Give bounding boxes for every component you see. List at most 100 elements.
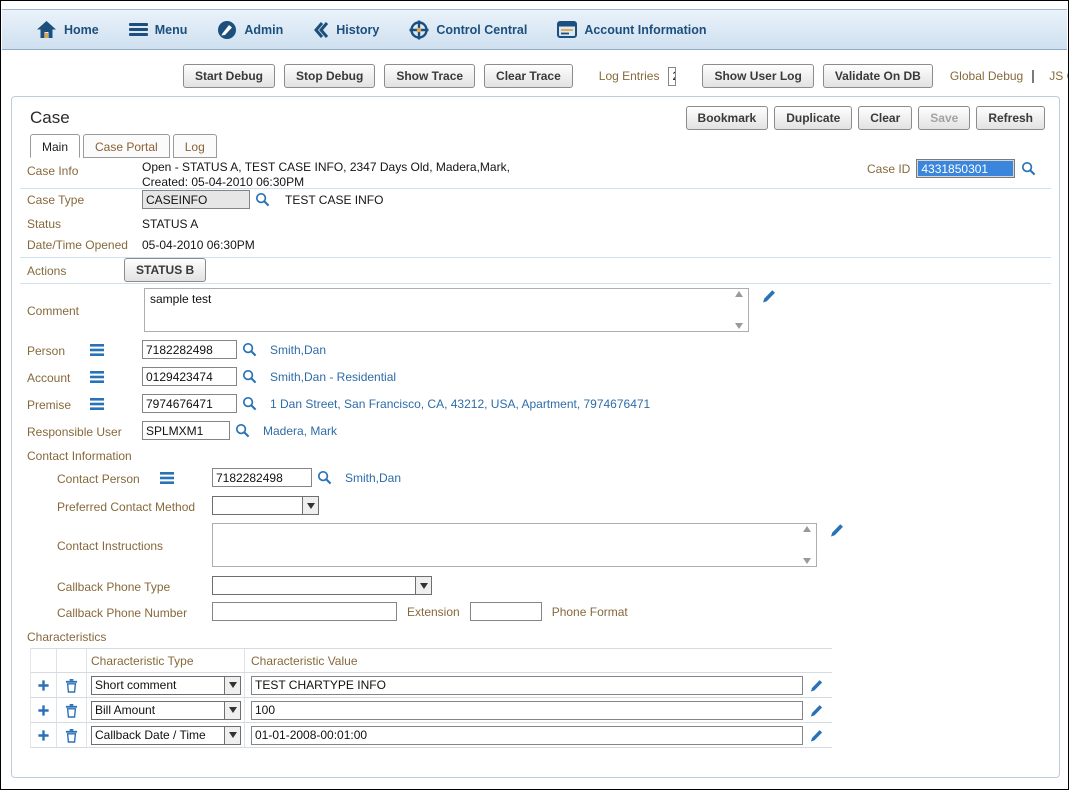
characteristic-row: Callback Date / Time 01-01-2008-00:01:00 [31, 723, 832, 748]
actions-label: Actions [27, 264, 66, 278]
case-id-input[interactable]: 4331850301 [916, 159, 1015, 178]
preferred-contact-method-select[interactable] [212, 496, 319, 515]
add-row-icon[interactable] [37, 729, 50, 742]
nav-home[interactable]: Home [36, 20, 99, 39]
contact-person-search-icon[interactable] [317, 470, 332, 485]
premise-input[interactable]: 7974676471 [142, 394, 237, 413]
tab-case-portal[interactable]: Case Portal [83, 134, 170, 158]
start-debug-button[interactable]: Start Debug [183, 64, 275, 88]
premise-description: 1 Dan Street, San Francisco, CA, 43212, … [270, 397, 650, 411]
debug-toolbar: Start Debug Stop Debug Show Trace Clear … [1, 61, 1068, 91]
nav-admin[interactable]: Admin [217, 20, 283, 40]
contact-instructions-scroll-arrows[interactable] [801, 526, 813, 564]
date-time-opened-value: 05-04-2010 06:30PM [142, 238, 255, 252]
show-trace-button[interactable]: Show Trace [384, 64, 475, 88]
person-input[interactable]: 7182282498 [142, 340, 237, 359]
account-information-icon [557, 21, 577, 38]
characteristic-type-select[interactable]: Short comment [91, 676, 241, 695]
characteristics-table: Characteristic Type Characteristic Value… [30, 648, 832, 748]
status-value: STATUS A [142, 217, 198, 231]
chevron-down-icon [224, 727, 240, 744]
characteristic-value-input[interactable]: TEST CHARTYPE INFO [251, 676, 803, 695]
responsible-user-row: SPLMXM1 Madera, Mark [142, 421, 337, 440]
validate-on-db-button[interactable]: Validate On DB [823, 64, 933, 88]
person-search-icon[interactable] [242, 342, 257, 357]
global-debug-checkbox[interactable] [1032, 70, 1034, 83]
person-context-menu-icon[interactable] [90, 344, 104, 356]
extension-input[interactable] [470, 602, 542, 621]
responsible-user-input[interactable]: SPLMXM1 [142, 421, 230, 440]
delete-row-icon[interactable] [65, 728, 78, 743]
case-type-search-icon[interactable] [255, 192, 270, 207]
premise-context-menu-icon[interactable] [90, 398, 104, 410]
contact-person-context-menu-icon[interactable] [160, 472, 174, 484]
responsible-user-search-icon[interactable] [235, 423, 250, 438]
top-navigation-bar: Home Menu Admin History Control Central [2, 9, 1067, 50]
chevron-down-icon [415, 577, 431, 594]
person-description: Smith,Dan [270, 343, 326, 357]
characteristic-type-select[interactable]: Bill Amount [91, 701, 241, 720]
characteristic-row: Short comment TEST CHARTYPE INFO [31, 673, 832, 698]
case-id-search-icon[interactable] [1021, 161, 1036, 176]
characteristic-value-input[interactable]: 100 [251, 701, 803, 720]
comment-textarea[interactable]: sample test [144, 288, 749, 332]
characteristic-type-select[interactable]: Callback Date / Time [91, 726, 241, 745]
account-input[interactable]: 0129423474 [142, 367, 237, 386]
log-entries-input[interactable]: 200 [668, 67, 676, 86]
account-context-menu-icon[interactable] [90, 371, 104, 383]
comment-edit-icon[interactable] [761, 288, 777, 304]
add-row-icon[interactable] [37, 704, 50, 717]
duplicate-button[interactable]: Duplicate [774, 106, 852, 130]
nav-admin-label: Admin [244, 23, 283, 37]
history-icon [313, 21, 329, 39]
nav-menu[interactable]: Menu [129, 22, 188, 37]
preferred-contact-method-label: Preferred Contact Method [57, 500, 195, 514]
characteristic-row: Bill Amount 100 [31, 698, 832, 723]
account-search-icon[interactable] [242, 369, 257, 384]
tab-main[interactable]: Main [30, 134, 80, 158]
stop-debug-button[interactable]: Stop Debug [284, 64, 375, 88]
person-row: 7182282498 Smith,Dan [142, 340, 326, 359]
callback-phone-type-select[interactable] [212, 576, 432, 595]
extension-label: Extension [407, 605, 460, 619]
delete-row-icon[interactable] [65, 703, 78, 718]
global-debug-label: Global Debug [950, 69, 1023, 83]
home-icon [36, 20, 57, 39]
clear-trace-button[interactable]: Clear Trace [484, 64, 573, 88]
tab-log[interactable]: Log [173, 134, 217, 158]
case-type-input[interactable]: CASEINFO [142, 190, 250, 209]
nav-history[interactable]: History [313, 21, 379, 39]
contact-instructions-edit-icon[interactable] [829, 522, 845, 538]
contact-instructions-textarea[interactable] [212, 523, 817, 567]
status-b-button[interactable]: STATUS B [124, 258, 206, 282]
page-action-buttons: Bookmark Duplicate Clear Save Refresh [686, 106, 1045, 130]
divider [20, 283, 1051, 284]
save-button[interactable]: Save [918, 106, 970, 130]
case-panel: Case Bookmark Duplicate Clear Save Refre… [11, 96, 1060, 778]
characteristic-type-header: Characteristic Type [91, 654, 194, 668]
bookmark-button[interactable]: Bookmark [686, 106, 769, 130]
show-user-log-button[interactable]: Show User Log [702, 64, 813, 88]
clear-button[interactable]: Clear [858, 106, 912, 130]
responsible-user-label: Responsible User [27, 425, 122, 439]
characteristic-value-header: Characteristic Value [251, 654, 358, 668]
premise-search-icon[interactable] [242, 396, 257, 411]
callback-phone-number-row: Extension Phone Format [212, 602, 628, 621]
contact-person-description: Smith,Dan [345, 471, 401, 485]
chevron-down-icon [224, 677, 240, 694]
account-row: 0129423474 Smith,Dan - Residential [142, 367, 396, 386]
nav-control-central[interactable]: Control Central [409, 20, 527, 40]
characteristic-edit-icon[interactable] [809, 728, 824, 743]
contact-person-input[interactable]: 7182282498 [212, 468, 312, 487]
callback-phone-number-input[interactable] [212, 602, 397, 621]
refresh-button[interactable]: Refresh [976, 106, 1045, 130]
nav-account-information[interactable]: Account Information [557, 21, 706, 38]
add-row-icon[interactable] [37, 679, 50, 692]
tab-bar: Main Case Portal Log [30, 134, 220, 158]
characteristic-value-input[interactable]: 01-01-2008-00:01:00 [251, 726, 803, 745]
characteristics-header-row: Characteristic Type Characteristic Value [31, 649, 832, 673]
characteristic-edit-icon[interactable] [809, 678, 824, 693]
delete-row-icon[interactable] [65, 678, 78, 693]
comment-scroll-arrows[interactable] [733, 291, 745, 329]
characteristic-edit-icon[interactable] [809, 703, 824, 718]
